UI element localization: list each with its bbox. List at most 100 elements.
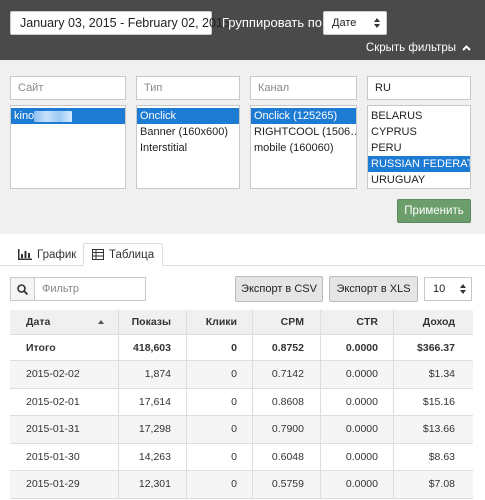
list-item[interactable]: Interstitial [137,140,239,156]
cell-revenue: $15.16 [422,395,455,408]
total-clicks: 0 [231,341,237,354]
cell-cpm: 0.7900 [271,423,304,436]
tab-chart-label: График [37,248,77,261]
cell-ctr: 0.0000 [345,368,378,381]
list-item[interactable]: Onclick [137,108,239,124]
page-size-value: 10 [433,283,446,295]
table-filter-box: Фильтр [10,277,146,301]
filters-panel: Сайт kino Тип Onclick Banner (160x600) I… [0,60,485,234]
list-item[interactable]: RUSSIAN FEDERATI… [368,156,470,172]
col-header-date[interactable]: Дата [26,310,50,334]
cell-ctr: 0.0000 [345,478,378,491]
list-item[interactable]: URUGUAY [368,172,470,188]
export-csv-button[interactable]: Экспорт в CSV [235,276,323,302]
list-item[interactable]: PERU [368,140,470,156]
cell-ctr: 0.0000 [345,395,378,408]
list-item[interactable]: kino [11,108,125,124]
date-range-picker[interactable]: January 03, 2015 - February 02, 2015 [10,11,230,35]
table-row: 2015-01-31 17,298 0 0.7900 0.0000 $13.66 [10,416,473,444]
channel-filter-input[interactable]: Канал [250,76,357,100]
total-cpm: 0.8752 [271,341,304,354]
cell-clicks: 0 [231,395,237,408]
list-item[interactable]: BELARUS [368,108,470,124]
country-filter-input[interactable]: RU [367,76,471,100]
site-filter-list[interactable]: kino [10,105,126,189]
cell-impressions: 17,298 [138,423,171,436]
hide-filters-label: Скрыть фильтры [365,42,456,54]
cell-clicks: 0 [231,368,237,381]
select-arrows-icon [460,284,466,294]
table-total-row: Итого 418,603 0 0.8752 0.0000 $366.37 [10,335,473,361]
country-filter: RU BELARUS CYPRUS PERU RUSSIAN FEDERATI…… [367,76,471,189]
cell-impressions: 12,301 [138,478,171,491]
list-item[interactable]: CYPRUS [368,124,470,140]
redacted-text [34,110,73,122]
type-filter-list[interactable]: Onclick Banner (160x600) Interstitial [136,105,240,189]
col-header-clicks[interactable]: Клики [206,310,237,334]
col-header-impressions[interactable]: Показы [132,310,171,334]
cell-cpm: 0.6048 [271,450,304,463]
col-header-revenue[interactable]: Доход [423,310,455,334]
group-by-label: Группировать по: [222,15,326,30]
col-header-cpm[interactable]: CPM [281,310,304,334]
cell-cpm: 0.8608 [271,395,304,408]
channel-filter-list[interactable]: Onclick (125265) RIGHTCOOL (1506… mobile… [250,105,357,189]
cell-impressions: 1,874 [144,368,171,381]
cell-date: 2015-01-31 [26,423,80,436]
stats-table: Дата Показы Клики CPM CTR Доход Итого 41… [10,310,473,499]
channel-filter: Канал Onclick (125265) RIGHTCOOL (1506… … [250,76,357,189]
cell-clicks: 0 [231,423,237,436]
tab-chart[interactable]: График [10,243,84,266]
page-size-select[interactable]: 10 [424,277,472,301]
table-row: 2015-01-29 12,301 0 0.5759 0.0000 $7.08 [10,471,473,499]
tab-table[interactable]: Таблица [83,243,164,266]
cell-clicks: 0 [231,478,237,491]
total-label: Итого [26,341,56,354]
table-icon [92,249,104,260]
cell-revenue: $8.63 [428,450,455,463]
table-filter-input[interactable]: Фильтр [35,278,145,300]
apply-button[interactable]: Применить [397,199,471,223]
list-item[interactable]: RIGHTCOOL (1506… [251,124,356,140]
cell-cpm: 0.5759 [271,478,304,491]
total-ctr: 0.0000 [345,341,378,354]
date-range-text: January 03, 2015 - February 02, 2015 [20,16,230,30]
export-xls-button[interactable]: Экспорт в XLS [329,276,418,302]
total-revenue: $366.37 [417,341,455,354]
group-by-value: Дате [332,17,357,29]
type-filter-input[interactable]: Тип [136,76,240,100]
cell-date: 2015-02-02 [26,368,80,381]
cell-date: 2015-01-30 [26,450,80,463]
column-divider [118,310,119,499]
list-item[interactable]: Onclick (125265) [251,108,356,124]
cell-impressions: 14,263 [138,450,171,463]
chevron-up-icon [462,45,471,51]
cell-cpm: 0.7142 [271,368,304,381]
group-by-select[interactable]: Дате [323,11,387,35]
type-filter: Тип Onclick Banner (160x600) Interstitia… [136,76,240,189]
column-divider [252,310,253,499]
column-divider [320,310,321,499]
cell-date: 2015-02-01 [26,395,80,408]
country-filter-list[interactable]: BELARUS CYPRUS PERU RUSSIAN FEDERATI… UR… [367,105,471,189]
hide-filters-link[interactable]: Скрыть фильтры [366,42,471,54]
cell-clicks: 0 [231,450,237,463]
column-divider [186,310,187,499]
cell-impressions: 17,614 [138,395,171,408]
site-filter-input[interactable]: Сайт [10,76,126,100]
cell-revenue: $13.66 [422,423,455,436]
col-header-ctr[interactable]: CTR [356,310,378,334]
table-row: 2015-02-01 17,614 0 0.8608 0.0000 $15.16 [10,389,473,416]
list-item[interactable]: mobile (160060) [251,140,356,156]
table-header-row: Дата Показы Клики CPM CTR Доход [10,310,473,335]
cell-ctr: 0.0000 [345,423,378,436]
cell-revenue: $7.08 [428,478,455,491]
list-item[interactable]: Banner (160x600) [137,124,239,140]
cell-revenue: $1.34 [428,368,455,381]
bar-chart-icon [18,249,32,260]
tab-table-label: Таблица [109,248,155,261]
column-divider [393,310,394,499]
table-row: 2015-01-30 14,263 0 0.6048 0.0000 $8.63 [10,444,473,471]
view-tabs: График Таблица [0,243,485,266]
search-icon [11,278,35,300]
